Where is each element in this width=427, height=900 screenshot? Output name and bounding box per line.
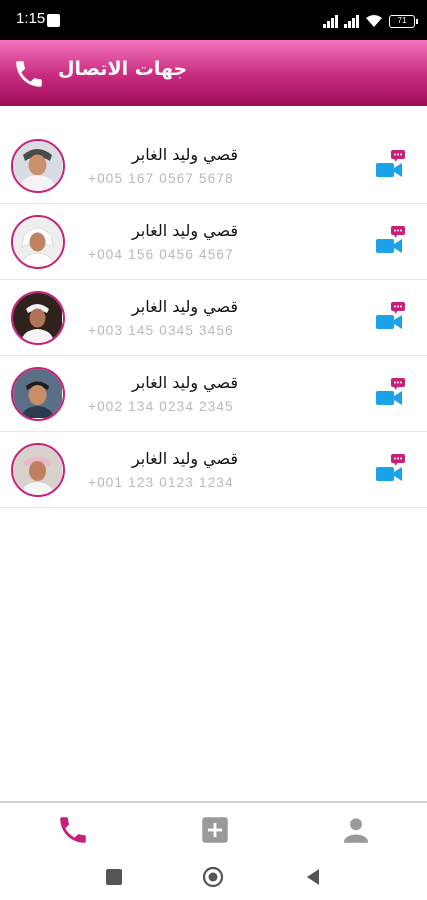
contact-name: قصي وليد الغابر	[131, 373, 238, 392]
contact-row[interactable]: قصي وليد الغابر +001 123 0123 1234	[0, 432, 427, 508]
bottom-nav	[0, 801, 427, 853]
contact-row[interactable]: قصي وليد الغابر +002 134 0234 2345	[0, 356, 427, 432]
contact-phone: +001 123 0123 1234	[88, 475, 234, 490]
battery-icon: 71	[389, 15, 418, 28]
avatar	[11, 139, 65, 193]
signal-icon	[323, 14, 338, 28]
system-nav-bar	[0, 853, 427, 900]
nav-add-box-icon[interactable]	[198, 813, 232, 847]
avatar-photo	[13, 445, 62, 494]
avatar-photo	[13, 369, 62, 418]
avatar	[11, 291, 65, 345]
contact-name: قصي وليد الغابر	[131, 145, 238, 164]
recents-square-icon[interactable]	[103, 866, 125, 888]
avatar-photo	[13, 293, 62, 342]
signal-icon-2	[344, 14, 359, 28]
status-time: 1:15	[16, 10, 46, 27]
avatar	[11, 367, 65, 421]
notification-icon	[47, 14, 60, 27]
contact-row[interactable]: قصي وليد الغابر +003 145 0345 3456	[0, 280, 427, 356]
status-icons: 71	[323, 12, 418, 28]
avatar-photo	[13, 141, 62, 190]
contact-name: قصي وليد الغابر	[131, 221, 238, 240]
contact-name: قصي وليد الغابر	[131, 449, 238, 468]
contact-name: قصي وليد الغابر	[131, 297, 238, 316]
contact-phone: +004 156 0456 4567	[88, 247, 234, 262]
back-triangle-icon[interactable]	[302, 866, 324, 888]
wifi-icon	[366, 15, 382, 27]
nav-calls-phone-icon[interactable]	[56, 813, 90, 847]
avatar-photo	[13, 217, 62, 267]
video-call-icon[interactable]	[372, 452, 410, 488]
contact-phone: +005 167 0567 5678	[88, 171, 234, 186]
video-call-icon[interactable]	[372, 224, 410, 260]
page-title: جهات الاتصال	[58, 58, 187, 80]
contact-row[interactable]: قصي وليد الغابر +005 167 0567 5678	[0, 128, 427, 204]
contact-phone: +002 134 0234 2345	[88, 399, 234, 414]
phone-icon	[16, 61, 42, 87]
video-call-icon[interactable]	[372, 148, 410, 184]
page-title-text: جهات الاتصال	[58, 58, 188, 80]
avatar	[11, 215, 65, 269]
contact-phone: +003 145 0345 3456	[88, 323, 234, 338]
battery-level: 71	[397, 16, 407, 25]
contact-list: قصي وليد الغابر +005 167 0567 5678 قصي و…	[0, 128, 427, 508]
nav-person-icon[interactable]	[339, 813, 373, 847]
video-call-icon[interactable]	[372, 376, 410, 412]
contact-row[interactable]: قصي وليد الغابر +004 156 0456 4567	[0, 204, 427, 280]
app-header: جهات الاتصال	[0, 40, 427, 106]
video-call-icon[interactable]	[372, 300, 410, 336]
avatar	[11, 443, 65, 497]
home-circle-icon[interactable]	[202, 866, 224, 888]
status-bar: 1:15 71	[0, 0, 427, 40]
